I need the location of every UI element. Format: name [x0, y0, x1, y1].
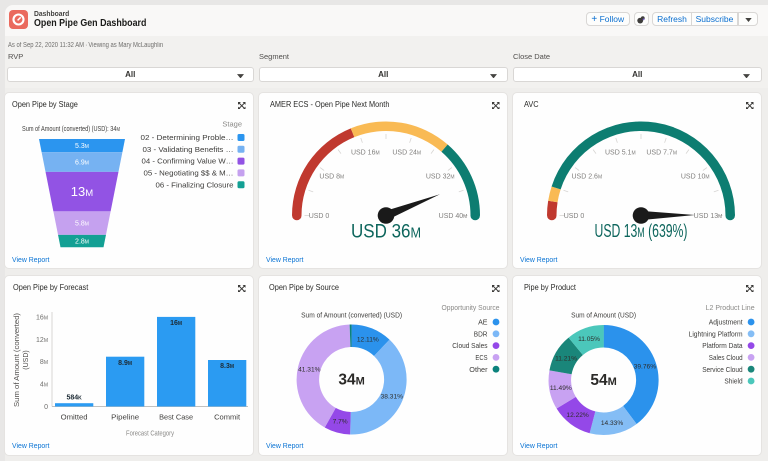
svg-text:Omitted: Omitted — [61, 413, 88, 422]
svg-text:12.22%: 12.22% — [566, 412, 589, 419]
svg-text:14.33%: 14.33% — [601, 420, 624, 427]
svg-text:Pipeline: Pipeline — [111, 413, 139, 422]
svg-text:Sum of Amount (converted): Sum of Amount (converted) — [14, 313, 21, 407]
svg-text:AE: AE — [478, 318, 488, 327]
svg-text:05 - Negotiating $$ & M…: 05 - Negotiating $$ & M… — [144, 169, 234, 178]
svg-text:Sum of Amount (converted) (USD: Sum of Amount (converted) (USD) — [301, 311, 402, 320]
svg-text:7.7%: 7.7% — [333, 419, 348, 426]
svg-text:Opportunity Source: Opportunity Source — [442, 303, 500, 312]
svg-text:USD 8M: USD 8M — [319, 174, 344, 181]
svg-text:54M: 54M — [590, 372, 616, 389]
svg-text:BDR: BDR — [474, 329, 488, 338]
svg-text:16M: 16M — [170, 320, 182, 327]
svg-text:USD 13M: USD 13M — [694, 213, 723, 220]
svg-text:Forecast Category: Forecast Category — [126, 431, 174, 438]
svg-text:Sum of Amount (USD): Sum of Amount (USD) — [571, 311, 636, 320]
svg-text:2.8M: 2.8M — [75, 239, 89, 246]
svg-text:USD 7.7M: USD 7.7M — [646, 149, 677, 156]
svg-text:Adjustment: Adjustment — [709, 318, 743, 327]
svg-text:12.11%: 12.11% — [357, 336, 379, 343]
svg-text:ECS: ECS — [475, 353, 487, 362]
svg-text:584K: 584K — [66, 395, 82, 402]
svg-text:5.3M: 5.3M — [75, 143, 89, 150]
svg-text:Cloud Sales: Cloud Sales — [452, 341, 488, 350]
svg-text:Shield: Shield — [724, 377, 742, 386]
svg-text:(USD): (USD) — [23, 350, 30, 369]
svg-text:L2 Product Line: L2 Product Line — [706, 303, 755, 312]
svg-text:USD 10M: USD 10M — [681, 174, 710, 181]
svg-text:4M: 4M — [40, 382, 48, 389]
svg-text:12M: 12M — [36, 337, 48, 344]
svg-text:USD 24M: USD 24M — [392, 149, 421, 156]
svg-text:38.31%: 38.31% — [381, 393, 404, 400]
svg-text:03 - Validating Benefits …: 03 - Validating Benefits … — [143, 145, 234, 154]
svg-text:USD 2.6M: USD 2.6M — [571, 174, 602, 181]
svg-text:6.9M: 6.9M — [75, 160, 89, 167]
svg-text:41.31%: 41.31% — [298, 367, 321, 374]
svg-text:USD 0: USD 0 — [309, 213, 330, 220]
svg-text:8.3M: 8.3M — [220, 363, 234, 370]
svg-text:Platform Data: Platform Data — [702, 341, 742, 350]
svg-text:Sum of Amount (converted) (USD: Sum of Amount (converted) (USD): 34M — [22, 124, 120, 133]
svg-text:16M: 16M — [36, 314, 48, 321]
svg-text:USD 16M: USD 16M — [351, 149, 380, 156]
svg-text:11.05%: 11.05% — [578, 336, 600, 343]
svg-text:Stage: Stage — [222, 120, 242, 129]
svg-text:0: 0 — [44, 404, 48, 411]
svg-text:02 - Determining Proble…: 02 - Determining Proble… — [141, 133, 234, 142]
svg-text:USD 36M: USD 36M — [351, 221, 421, 243]
svg-text:34M: 34M — [338, 372, 364, 389]
svg-text:04 - Confirming Value W…: 04 - Confirming Value W… — [142, 157, 234, 166]
svg-text:Best Case: Best Case — [159, 413, 193, 422]
svg-text:8.9M: 8.9M — [118, 360, 132, 367]
svg-text:USD 5.1M: USD 5.1M — [605, 149, 636, 156]
svg-text:Service Cloud: Service Cloud — [702, 365, 742, 374]
svg-text:Other: Other — [469, 365, 488, 374]
svg-text:06 - Finalizing Closure: 06 - Finalizing Closure — [156, 180, 234, 189]
svg-text:11.21%: 11.21% — [555, 355, 577, 362]
svg-text:8M: 8M — [40, 359, 48, 366]
svg-text:5.8M: 5.8M — [75, 221, 89, 228]
svg-text:USD 32M: USD 32M — [426, 174, 455, 181]
svg-text:11.49%: 11.49% — [550, 385, 572, 392]
svg-text:USD 40M: USD 40M — [439, 213, 468, 220]
svg-text:Lightning Platform: Lightning Platform — [689, 329, 743, 338]
svg-text:Sales Cloud: Sales Cloud — [709, 353, 743, 362]
svg-text:39.76%: 39.76% — [634, 363, 657, 370]
svg-text:Commit: Commit — [214, 413, 241, 422]
svg-text:USD 0: USD 0 — [564, 213, 585, 220]
